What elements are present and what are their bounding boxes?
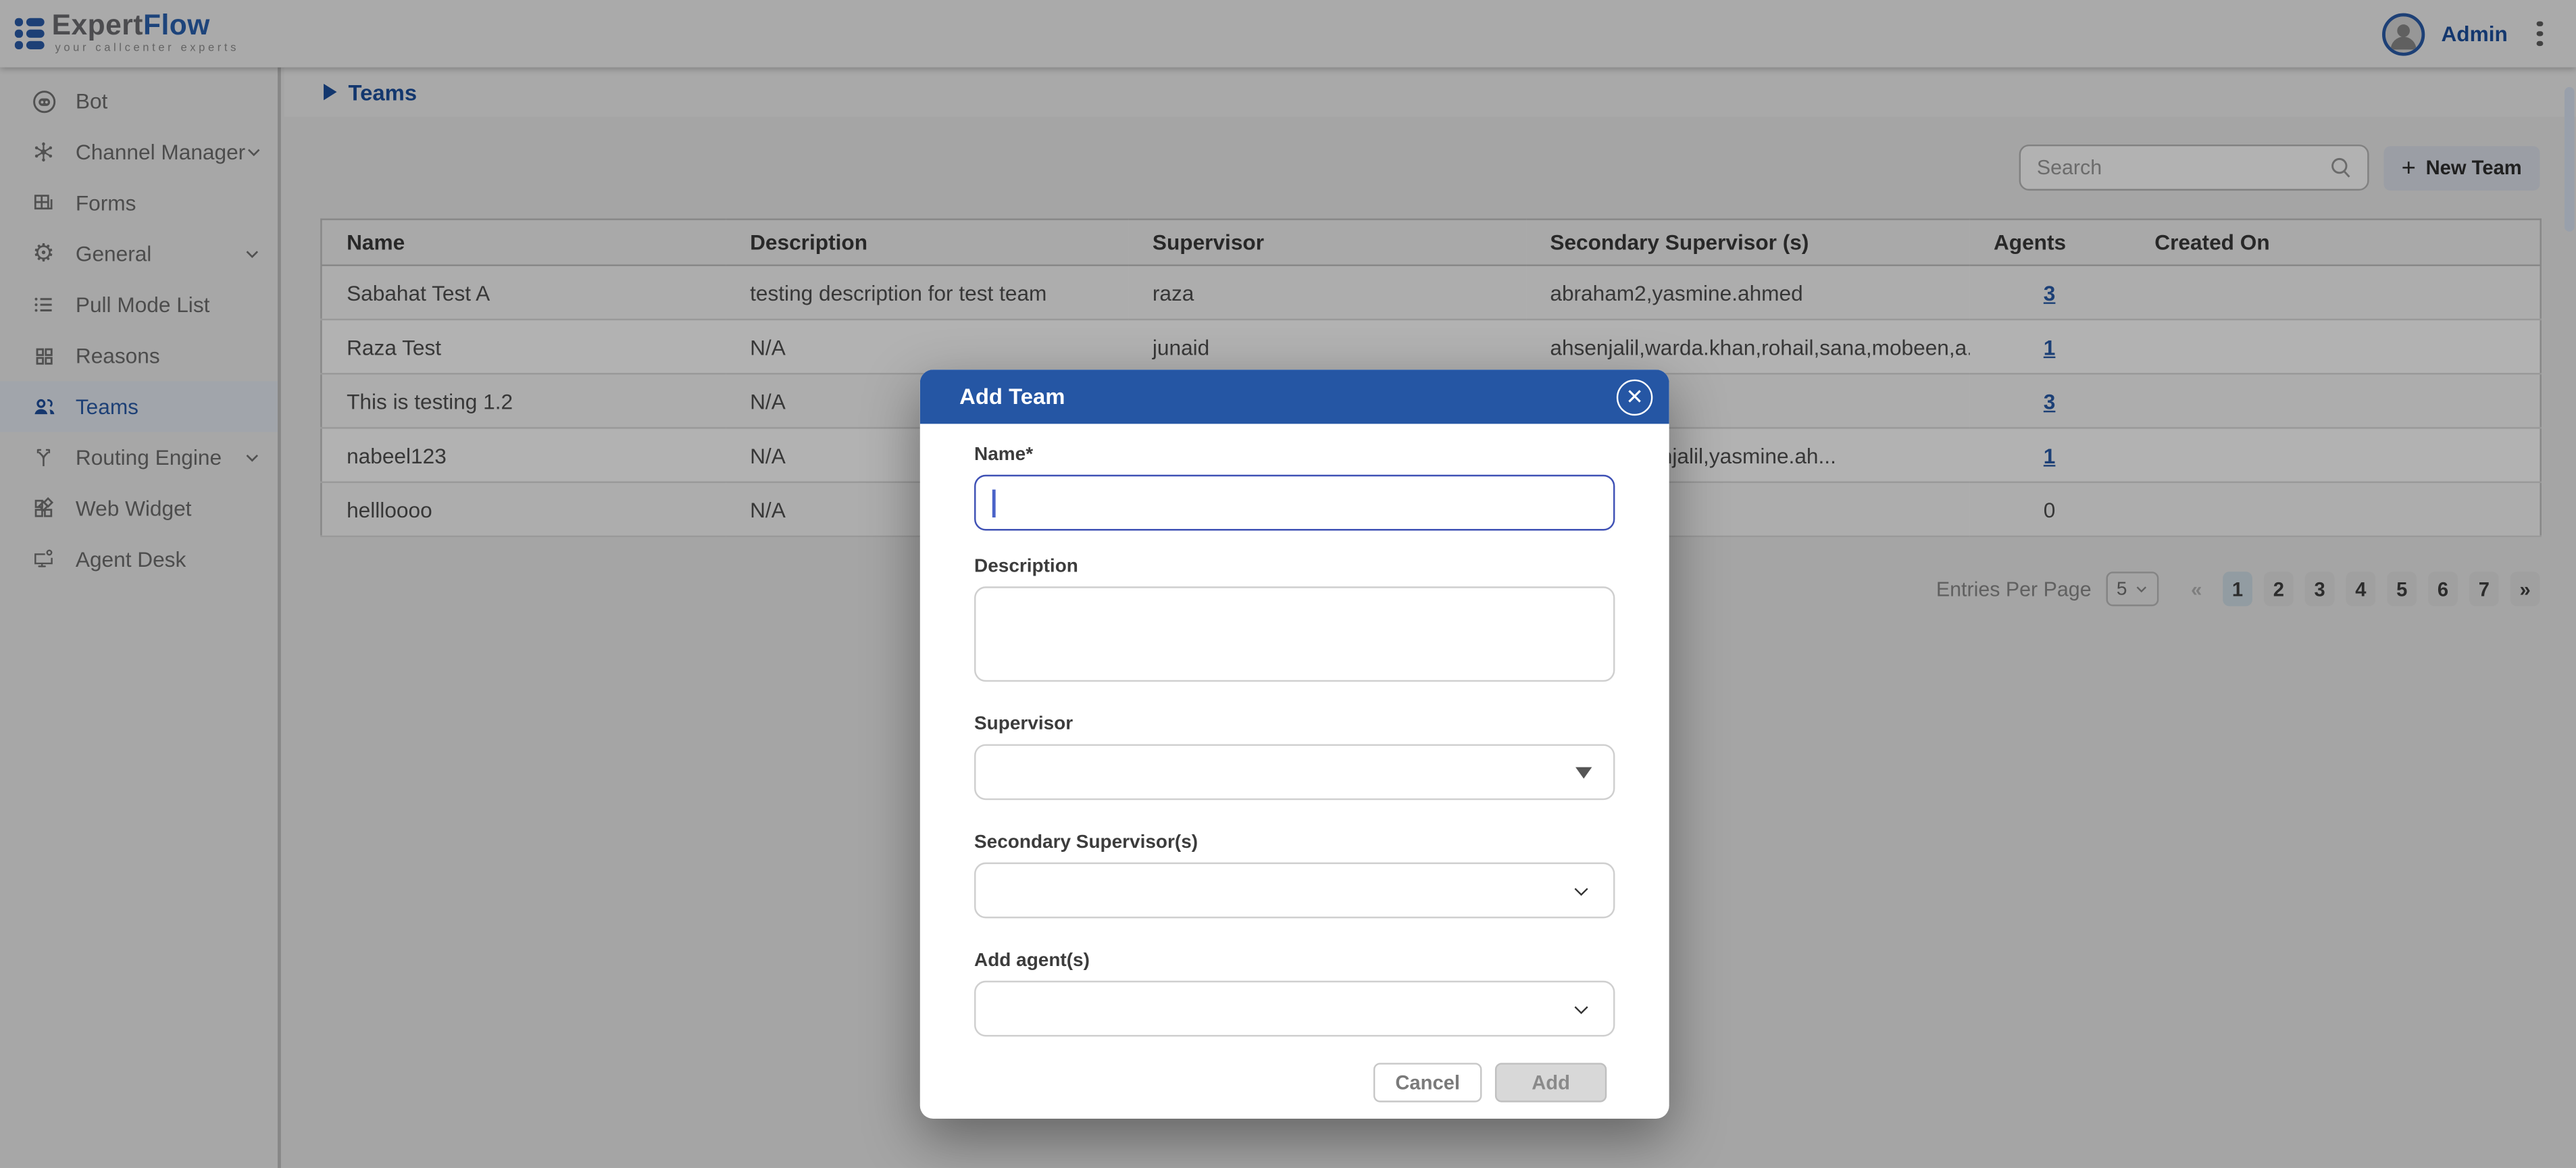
name-field-label: Name* [974, 445, 1615, 465]
screen: ExpertFlow your callcenter experts Admin… [0, 0, 2576, 1168]
modal-header: Add Team ✕ [920, 370, 1669, 424]
team-name-input[interactable] [974, 475, 1615, 531]
close-icon: ✕ [1625, 386, 1644, 407]
chevron-down-icon [1571, 998, 1592, 1019]
add-agents-field-label: Add agent(s) [974, 951, 1615, 971]
add-button[interactable]: Add [1495, 1063, 1607, 1102]
secondary-supervisor-select[interactable] [974, 863, 1615, 919]
cancel-button[interactable]: Cancel [1373, 1063, 1482, 1102]
dropdown-arrow-icon [1575, 766, 1592, 778]
supervisor-select[interactable] [974, 744, 1615, 801]
modal-footer: Cancel Add [920, 1063, 1669, 1119]
supervisor-field-label: Supervisor [974, 715, 1615, 734]
description-field-label: Description [974, 557, 1615, 576]
add-team-modal: Add Team ✕ Name* Description Supervisor [920, 370, 1669, 1119]
vertical-scrollbar-thumb[interactable] [2565, 87, 2575, 232]
close-button[interactable]: ✕ [1617, 379, 1652, 415]
modal-title: Add Team [959, 384, 1065, 409]
chevron-down-icon [1571, 880, 1592, 901]
add-agents-select[interactable] [974, 981, 1615, 1037]
team-description-textarea[interactable] [974, 586, 1615, 682]
text-cursor [992, 488, 995, 516]
secondary-supervisor-field-label: Secondary Supervisor(s) [974, 833, 1615, 853]
